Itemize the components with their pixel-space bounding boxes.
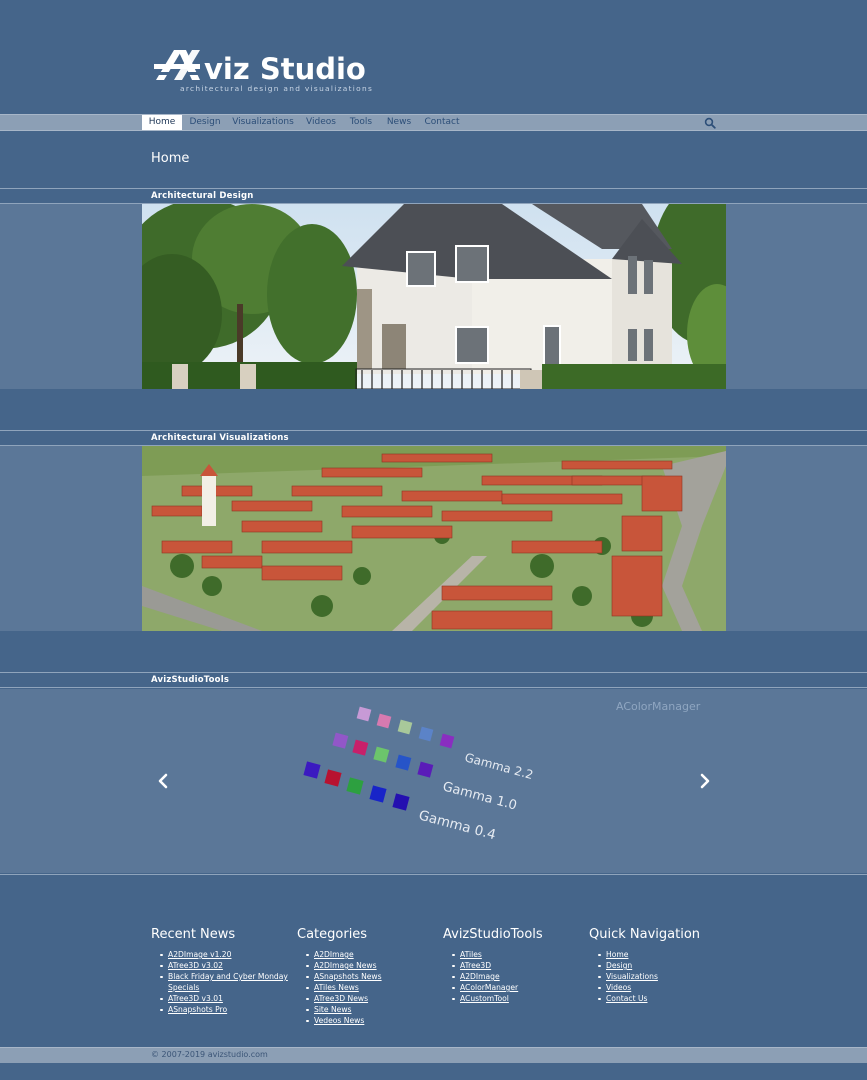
visualizations-image-band	[0, 446, 867, 631]
cube-row-gamma-2-2	[356, 706, 455, 749]
footer: Recent News A2DImage v1.20 ATree3D v3.02…	[0, 874, 867, 1046]
logo-text: viz Studio	[204, 52, 366, 86]
spacer-band-2	[0, 631, 867, 673]
design-image-band	[0, 204, 867, 389]
tools-carousel[interactable]: AColorManager Gamma 2.2 Gamma 1.0 Gamma …	[0, 689, 867, 873]
list-item: ATiles News	[297, 982, 437, 993]
gamma-label-1-0: Gamma 1.0	[441, 779, 518, 813]
footer-link[interactable]: Site News	[314, 1005, 352, 1014]
list-item: ASnapshots Pro	[151, 1004, 291, 1015]
house-photo[interactable]	[142, 204, 726, 389]
footer-heading-categories: Categories	[297, 927, 368, 942]
section-title-visualizations: Architectural Visualizations	[151, 433, 289, 443]
list-item: ACustomTool	[443, 993, 583, 1004]
footer-link[interactable]: ATiles	[460, 950, 482, 959]
list-item: AColorManager	[443, 982, 583, 993]
list-item: Black Friday and Cyber Monday Specials	[151, 971, 291, 993]
list-item: Design	[589, 960, 729, 971]
list-item: A2DImage	[443, 971, 583, 982]
footer-recent-news: Recent News A2DImage v1.20 ATree3D v3.02…	[151, 927, 291, 1015]
list-item: Home	[589, 949, 729, 960]
footer-link[interactable]: ATiles News	[314, 983, 359, 992]
cube-row-gamma-0-4	[303, 761, 410, 811]
list-item: Videos	[589, 982, 729, 993]
footer-link[interactable]: Vedeos News	[314, 1016, 364, 1025]
footer-link[interactable]: Videos	[606, 983, 631, 992]
list-item: ATiles	[443, 949, 583, 960]
footer-categories: Categories A2DImage A2DImage News ASnaps…	[297, 927, 437, 1026]
gamma-label-0-4: Gamma 0.4	[417, 807, 498, 843]
footer-link[interactable]: A2DImage v1.20	[168, 950, 231, 959]
nav-videos[interactable]: Videos	[302, 115, 340, 130]
spacer-band	[0, 389, 867, 431]
list-item: ASnapshots News	[297, 971, 437, 982]
footer-heading-recent-news: Recent News	[151, 927, 236, 942]
list-item: A2DImage v1.20	[151, 949, 291, 960]
footer-link[interactable]: Visualizations	[606, 972, 658, 981]
nav-news[interactable]: News	[383, 115, 415, 130]
footer-link[interactable]: A2DImage	[314, 950, 354, 959]
list-item: Vedeos News	[297, 1015, 437, 1026]
list-item: Contact Us	[589, 993, 729, 1004]
footer-link[interactable]: Home	[606, 950, 628, 959]
nav-tools[interactable]: Tools	[346, 115, 376, 130]
list-item: ATree3D	[443, 960, 583, 971]
list-item: ATree3D v3.01	[151, 993, 291, 1004]
list-item: Visualizations	[589, 971, 729, 982]
footer-link[interactable]: ASnapshots News	[314, 972, 382, 981]
section-header-design: Architectural Design	[0, 188, 867, 204]
footer-heading-tools: AvizStudioTools	[443, 927, 543, 942]
nav-design[interactable]: Design	[186, 115, 224, 130]
footer-link[interactable]: A2DImage News	[314, 961, 377, 970]
chevron-left-icon[interactable]	[156, 773, 170, 789]
aerial-village-render[interactable]	[142, 446, 726, 631]
footer-link[interactable]: ATree3D	[460, 961, 491, 970]
gamma-label-2-2: Gamma 2.2	[463, 750, 535, 782]
main-navigation: Home Design Visualizations Videos Tools …	[0, 114, 867, 131]
list-item: ATree3D v3.02	[151, 960, 291, 971]
search-icon[interactable]	[704, 117, 716, 129]
footer-link[interactable]: ATree3D News	[314, 994, 368, 1003]
nav-visualizations[interactable]: Visualizations	[231, 115, 295, 130]
nav-contact[interactable]: Contact	[422, 115, 462, 130]
footer-link[interactable]: Contact Us	[606, 994, 647, 1003]
section-title-design: Architectural Design	[151, 191, 254, 201]
footer-link[interactable]: A2DImage	[460, 972, 500, 981]
logo-tagline: architectural design and visualizations	[180, 84, 374, 93]
section-title-tools: AvizStudioTools	[151, 675, 230, 685]
footer-link[interactable]: ACustomTool	[460, 994, 509, 1003]
footer-link[interactable]: AColorManager	[460, 983, 518, 992]
list-item: A2DImage	[297, 949, 437, 960]
copyright-bar: © 2007-2019 avizstudio.com	[0, 1047, 867, 1063]
logo-mark: viz Studio	[154, 50, 366, 86]
cube-row-gamma-1-0	[332, 732, 434, 778]
footer-tools: AvizStudioTools ATiles ATree3D A2DImage …	[443, 927, 583, 1004]
site-logo[interactable]: viz Studio architectural design and visu…	[152, 46, 372, 98]
section-header-tools: AvizStudioTools	[0, 672, 867, 688]
chevron-right-icon[interactable]	[698, 773, 712, 789]
footer-quick-navigation: Quick Navigation Home Design Visualizati…	[589, 927, 729, 1004]
page-title: Home	[151, 151, 190, 166]
section-header-visualizations: Architectural Visualizations	[0, 430, 867, 446]
footer-link[interactable]: Black Friday and Cyber Monday Specials	[168, 972, 288, 992]
list-item: A2DImage News	[297, 960, 437, 971]
copyright-text: © 2007-2019 avizstudio.com	[151, 1050, 268, 1059]
footer-heading-quick-navigation: Quick Navigation	[589, 927, 701, 942]
list-item: ATree3D News	[297, 993, 437, 1004]
footer-link[interactable]: ATree3D v3.02	[168, 961, 223, 970]
footer-link[interactable]: Design	[606, 961, 632, 970]
nav-home[interactable]: Home	[142, 115, 182, 130]
list-item: Site News	[297, 1004, 437, 1015]
footer-link[interactable]: ATree3D v3.01	[168, 994, 223, 1003]
carousel-caption: AColorManager	[616, 700, 701, 713]
gamma-cubes-graphic: Gamma 2.2 Gamma 1.0 Gamma 0.4	[303, 706, 535, 843]
footer-link[interactable]: ASnapshots Pro	[168, 1005, 227, 1014]
